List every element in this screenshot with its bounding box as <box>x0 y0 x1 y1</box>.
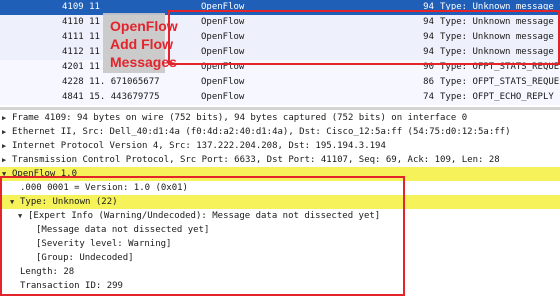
packet-info: Type: Unknown message type <box>440 32 560 42</box>
packet-protocol: OpenFlow <box>201 32 245 42</box>
packet-length: 94 <box>423 17 434 27</box>
detail-tree-item[interactable]: [Group: Undecoded] <box>0 251 560 265</box>
detail-tree-item[interactable]: ▶ Transmission Control Protocol, Src Port… <box>0 153 560 167</box>
collapsed-arrow-icon[interactable]: ▶ <box>2 139 12 153</box>
packet-list-pane: 4109 11OpenFlow94Type: Unknown message t… <box>0 0 560 105</box>
packet-length: 90 <box>423 62 434 72</box>
annotation-line-3: Messages <box>110 54 177 70</box>
packet-length: 94 <box>423 32 434 42</box>
packet-protocol: OpenFlow <box>201 17 245 27</box>
detail-text: [Group: Undecoded] <box>36 253 134 263</box>
detail-text: Transmission Control Protocol, Src Port:… <box>12 155 500 165</box>
packet-details-pane: ▶ Frame 4109: 94 bytes on wire (752 bits)… <box>0 111 560 294</box>
packet-protocol: OpenFlow <box>201 2 245 12</box>
detail-tree-item[interactable]: Transaction ID: 299 <box>0 279 560 293</box>
detail-tree-item[interactable]: .000 0001 = Version: 1.0 (0x01) <box>0 181 560 195</box>
detail-tree-item[interactable]: ▶ Ethernet II, Src: Dell_40:d1:4a (f0:4d:… <box>0 125 560 139</box>
packet-row[interactable]: 4109 11OpenFlow94Type: Unknown message t… <box>0 0 560 15</box>
packet-protocol: OpenFlow <box>201 62 245 72</box>
packet-length: 94 <box>423 47 434 57</box>
packet-number: 4841 15. 443679775 <box>62 92 160 102</box>
detail-tree-item[interactable]: [Message data not dissected yet] <box>0 223 560 237</box>
detail-tree-item[interactable]: [Severity level: Warning] <box>0 237 560 251</box>
pane-divider[interactable] <box>0 107 560 110</box>
annotation-line-1: OpenFlow <box>110 18 178 34</box>
packet-info: Type: OFPT_STATS_REQUEST <box>440 62 560 72</box>
detail-text: [Expert Info (Warning/Undecoded): Messag… <box>28 211 381 221</box>
detail-text: Transaction ID: 299 <box>20 281 123 291</box>
detail-text: Length: 28 <box>20 267 75 277</box>
detail-text: [Message data not dissected yet] <box>36 225 210 235</box>
packet-length: 86 <box>423 77 434 87</box>
packet-row[interactable]: 4111 11OpenFlow94Type: Unknown message t… <box>0 30 560 45</box>
expanded-arrow-icon[interactable]: ▼ <box>18 209 28 223</box>
packet-protocol: OpenFlow <box>201 92 245 102</box>
packet-row[interactable]: 4841 15. 443679775 OpenFlow 74 Type: OFPT_E… <box>0 90 560 105</box>
detail-tree-item[interactable]: ▼ [Expert Info (Warning/Undecoded): Messa… <box>0 209 560 223</box>
detail-tree-item[interactable]: ▶ Frame 4109: 94 bytes on wire (752 bits)… <box>0 111 560 125</box>
packet-info: Type: Unknown message type <box>440 17 560 27</box>
detail-text: .000 0001 = Version: 1.0 (0x01) <box>20 183 188 193</box>
packet-row[interactable]: 4112 11OpenFlow94Type: Unknown message t… <box>0 45 560 60</box>
detail-text: OpenFlow 1.0 <box>12 169 78 179</box>
packet-row[interactable]: 4228 11. 671065677 OpenFlow 86 Type: OFPT_S… <box>0 75 560 90</box>
detail-tree-item[interactable]: Length: 28 <box>0 265 560 279</box>
packet-length: 94 <box>423 2 434 12</box>
packet-length: 74 <box>423 92 434 102</box>
packet-info: Type: OFPT_ECHO_REPLY <box>440 92 554 102</box>
packet-row[interactable]: 4110 11OpenFlow94Type: Unknown message t… <box>0 15 560 30</box>
detail-tree-item[interactable]: ▼ OpenFlow 1.0 <box>0 167 560 181</box>
detail-text: [Severity level: Warning] <box>36 239 172 249</box>
expanded-arrow-icon[interactable]: ▼ <box>10 195 20 209</box>
detail-tree-item[interactable]: ▶ Internet Protocol Version 4, Src: 137.2… <box>0 139 560 153</box>
detail-text: Frame 4109: 94 bytes on wire (752 bits),… <box>12 113 468 123</box>
collapsed-arrow-icon[interactable]: ▶ <box>2 111 12 125</box>
packet-info: Type: Unknown message type <box>440 2 560 12</box>
detail-tree-item[interactable]: ▼ Type: Unknown (22) <box>0 195 560 209</box>
packet-protocol: OpenFlow <box>201 47 245 57</box>
detail-text: Internet Protocol Version 4, Src: 137.22… <box>12 141 386 151</box>
annotation-line-2: Add Flow <box>110 36 173 52</box>
packet-row[interactable]: 4201 11 OpenFlow 90 Type: OFPT_STATS_REQUES… <box>0 60 560 75</box>
packet-info: Type: Unknown message type <box>440 47 560 57</box>
packet-protocol: OpenFlow <box>201 77 245 87</box>
collapsed-arrow-icon[interactable]: ▶ <box>2 125 12 139</box>
collapsed-arrow-icon[interactable]: ▶ <box>2 153 12 167</box>
detail-text: Ethernet II, Src: Dell_40:d1:4a (f0:4d:a… <box>12 127 511 137</box>
expanded-arrow-icon[interactable]: ▼ <box>2 167 12 181</box>
packet-number: 4228 11. 671065677 <box>62 77 160 87</box>
detail-text: Type: Unknown (22) <box>20 197 118 207</box>
packet-info: Type: OFPT_STATS_REQUEST <box>440 77 560 87</box>
annotation-label: OpenFlow Add Flow Messages <box>110 17 190 71</box>
